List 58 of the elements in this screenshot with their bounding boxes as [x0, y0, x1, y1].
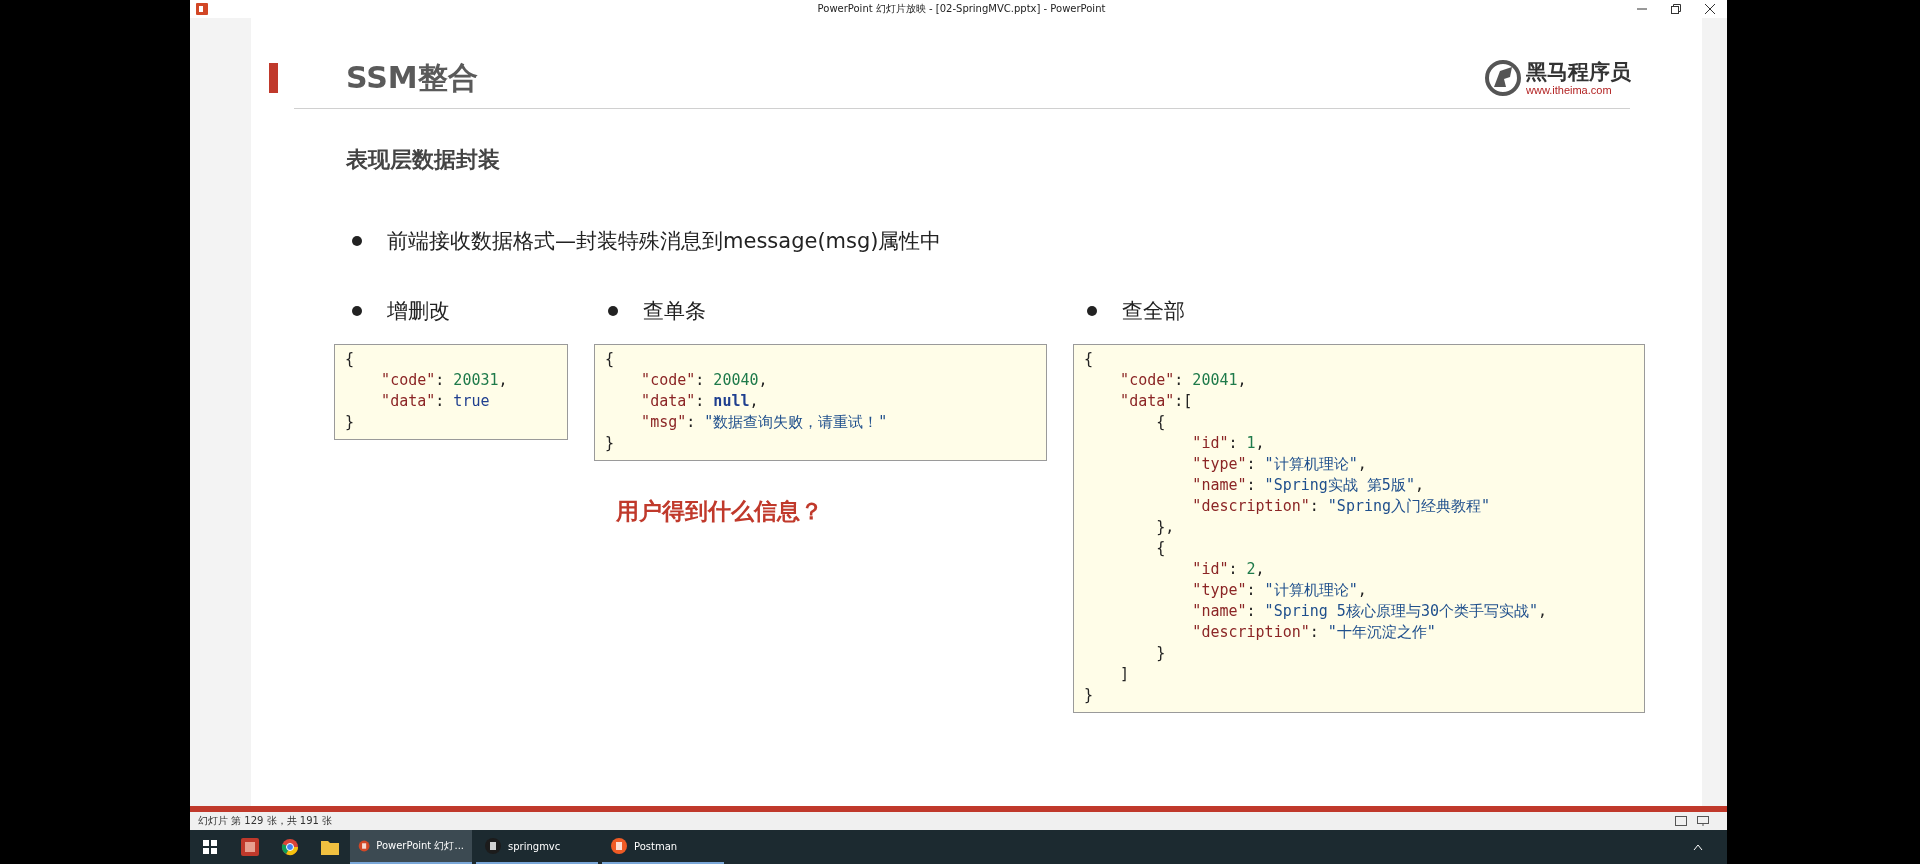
bullet-icon	[352, 236, 362, 246]
slide-title: SSM整合	[346, 58, 479, 97]
bullet-icon	[608, 306, 618, 316]
code-line: "data": null,	[640, 391, 760, 412]
window-title: PowerPoint 幻灯片放映 - [02-SpringMVC.pptx] - PowerPoint	[816, 2, 1107, 16]
logo-name: 黑马程序员	[1526, 59, 1631, 84]
folder-icon[interactable]	[321, 839, 339, 855]
bullet-icon	[1087, 306, 1097, 316]
app-icon	[610, 837, 628, 855]
slide-counter: 幻灯片 第 129 张，共 191 张	[198, 814, 333, 828]
code-line: {	[345, 349, 356, 370]
windows-icon[interactable]	[203, 840, 217, 854]
app-icon	[484, 837, 502, 855]
horse-logo-icon	[1484, 59, 1522, 97]
slide-subtitle: 表现层数据封装	[346, 146, 501, 174]
code-line: "id": 2,	[1191, 559, 1266, 580]
code-line: "msg": "数据查询失败，请重试！"	[640, 412, 889, 433]
code-line: {	[1155, 538, 1167, 559]
code-line: "data":[	[1119, 391, 1194, 412]
code-line: {	[605, 349, 616, 370]
browser-icon[interactable]	[281, 838, 299, 856]
code-line: "description": "十年沉淀之作"	[1191, 622, 1437, 643]
code-line: },	[1155, 517, 1176, 538]
taskbar-item[interactable]: PowerPoint 幻灯...	[350, 830, 472, 864]
code-line: "type": "计算机理论",	[1191, 454, 1368, 475]
bullet-icon	[352, 306, 362, 316]
close-icon[interactable]	[1705, 4, 1715, 14]
code-line: "name": "Spring实战 第5版",	[1191, 475, 1425, 496]
taskbar-item[interactable]: springmvc	[476, 830, 598, 864]
code-line: }	[1084, 685, 1095, 706]
caret-icon[interactable]	[1693, 843, 1703, 851]
code-line: "code": 20031,	[380, 370, 509, 391]
code-line: "code": 20041,	[1119, 370, 1248, 391]
logo-url: www.itheima.com	[1526, 83, 1613, 97]
title-marker	[269, 63, 278, 93]
restore-icon[interactable]	[1671, 4, 1681, 14]
column-heading: 增删改	[387, 298, 450, 325]
code-line: "code": 20040,	[640, 370, 769, 391]
app-icon[interactable]	[241, 838, 259, 856]
code-line: "description": "Spring入门经典教程"	[1191, 496, 1492, 517]
code-line: {	[1155, 412, 1167, 433]
code-line: "type": "计算机理论",	[1191, 580, 1368, 601]
code-line: "name": "Spring 5核心原理与30个类手写实战",	[1191, 601, 1548, 622]
code-line: }	[345, 412, 356, 433]
bullet-text: 前端接收数据格式—封装特殊消息到message(msg)属性中	[387, 228, 942, 255]
code-line: ]	[1119, 664, 1131, 685]
code-line: {	[1084, 349, 1095, 370]
view-icon[interactable]	[1675, 816, 1687, 826]
app-icon	[196, 3, 208, 15]
code-line: }	[605, 433, 616, 454]
slideshow-icon[interactable]	[1697, 816, 1709, 826]
column-heading: 查单条	[643, 298, 706, 325]
question-text: 用户得到什么信息？	[616, 497, 824, 526]
taskbar-item[interactable]: Postman	[602, 830, 724, 864]
code-line: "data": true	[380, 391, 491, 412]
column-heading: 查全部	[1122, 298, 1185, 325]
code-line: "id": 1,	[1191, 433, 1266, 454]
code-line: }	[1155, 643, 1167, 664]
